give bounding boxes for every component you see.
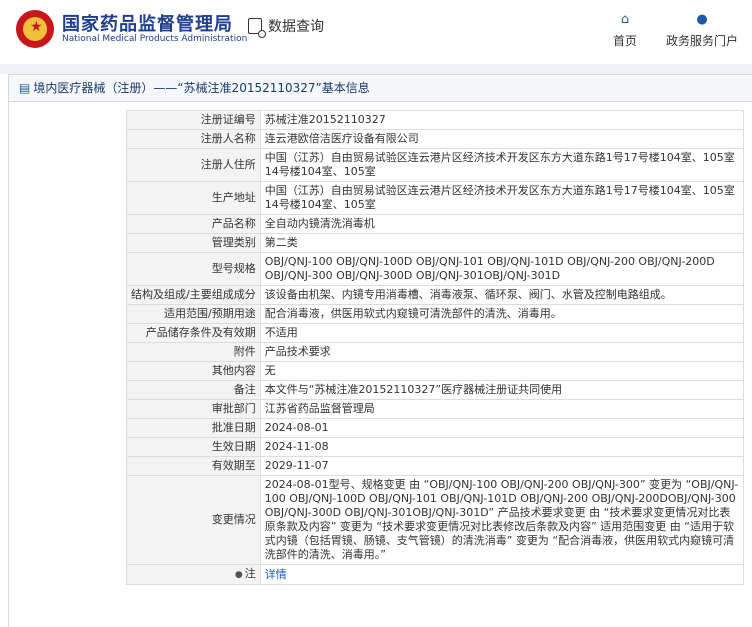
field-value: 无 bbox=[259, 361, 745, 381]
breadcrumb: ▤ 境内医疗器械（注册）——“苏械注准20152110327”基本信息 bbox=[9, 75, 752, 102]
field-label: 批准日期 bbox=[126, 418, 261, 438]
field-value: 江苏省药品监督管理局 bbox=[259, 399, 745, 419]
table-row: 生效日期 2024-11-08 bbox=[126, 437, 745, 457]
nav-home[interactable]: ⌂ 首页 bbox=[610, 12, 640, 49]
note-value: 详情 bbox=[259, 564, 745, 585]
site-header: ★ 国家药品监督管理局 National Medical Products Ad… bbox=[0, 0, 752, 64]
field-label: 备注 bbox=[126, 380, 261, 400]
field-value: 全自动内镜清洗消毒机 bbox=[259, 214, 745, 234]
site-title-en: National Medical Products Administration bbox=[62, 34, 248, 44]
field-value: 苏械注准20152110327 bbox=[259, 110, 745, 130]
table-row: 结构及组成/主要组成成分 该设备由机架、内镜专用消毒槽、消毒液泵、循环泵、阀门、水… bbox=[126, 285, 745, 305]
field-label: 附件 bbox=[126, 342, 261, 362]
header-divider bbox=[0, 64, 752, 74]
user-icon: ● bbox=[696, 12, 708, 27]
home-icon: ⌂ bbox=[620, 12, 630, 27]
info-table: 注册证编号 苏械注准20152110327 注册人名称 连云港欧倍洁医疗设备有限公司注… bbox=[126, 110, 745, 585]
table-row: 审批部门 江苏省药品监督管理局 bbox=[126, 399, 745, 419]
table-row: 产品储存条件及有效期 不适用 bbox=[126, 323, 745, 343]
details-link[interactable]: 详情 bbox=[265, 568, 287, 581]
field-value: 配合消毒液，供医用软式内窥镜可清洗部件的清洗、消毒用。 bbox=[259, 304, 745, 324]
note-label-text: 注 bbox=[244, 567, 256, 580]
field-label: 注册人名称 bbox=[126, 129, 261, 149]
table-row: 变更情况 2024-08-01型号、规格变更 由 “OBJ/QNJ-100 OBJ… bbox=[126, 475, 745, 565]
document-icon: ▤ bbox=[19, 81, 31, 95]
field-value: 产品技术要求 bbox=[259, 342, 745, 362]
field-value: 中国（江苏）自由贸易试验区连云港片区经济技术开发区东方大道东路1号17号楼104… bbox=[259, 148, 745, 182]
site-title-cn: 国家药品监督管理局 bbox=[62, 14, 233, 35]
field-value: 本文件与“苏械注准20152110327”医疗器械注册证共同使用 bbox=[259, 380, 745, 400]
field-label: 适用范围/预期用途 bbox=[126, 304, 261, 324]
field-value: 第二类 bbox=[259, 233, 745, 253]
table-row: 管理类别 第二类 bbox=[126, 233, 745, 253]
table-row: 注册人住所 中国（江苏）自由贸易试验区连云港片区经济技术开发区东方大道东路1号17… bbox=[126, 148, 745, 182]
field-value: 2024-11-08 bbox=[259, 437, 745, 457]
field-label: 结构及组成/主要组成成分 bbox=[126, 285, 261, 305]
national-emblem-logo: ★ bbox=[16, 10, 54, 48]
breadcrumb-text: 境内医疗器械（注册）——“苏械注准20152110327”基本信息 bbox=[33, 81, 370, 95]
field-value: 不适用 bbox=[259, 323, 745, 343]
field-label: 产品储存条件及有效期 bbox=[126, 323, 261, 343]
table-row: 注册证编号 苏械注准20152110327 bbox=[126, 110, 745, 130]
field-label: 注册证编号 bbox=[126, 110, 261, 130]
field-label: 变更情况 bbox=[126, 475, 261, 565]
table-row: 备注 本文件与“苏械注准20152110327”医疗器械注册证共同使用 bbox=[126, 380, 745, 400]
table-row: 产品名称 全自动内镜清洗消毒机 bbox=[126, 214, 745, 234]
table-row: 型号规格 OBJ/QNJ-100 OBJ/QNJ-100D OBJ/QNJ-101… bbox=[126, 252, 745, 286]
field-value: OBJ/QNJ-100 OBJ/QNJ-100D OBJ/QNJ-101 OBJ… bbox=[259, 252, 745, 286]
field-label: 生效日期 bbox=[126, 437, 261, 457]
field-value: 连云港欧倍洁医疗设备有限公司 bbox=[259, 129, 745, 149]
field-value: 2024-08-01型号、规格变更 由 “OBJ/QNJ-100 OBJ/QNJ… bbox=[259, 475, 745, 565]
field-label: 注册人住所 bbox=[126, 148, 261, 182]
field-label: 型号规格 bbox=[126, 252, 261, 286]
table-row: 其他内容无 bbox=[126, 361, 745, 381]
table-row: 批准日期 2024-08-01 bbox=[126, 418, 745, 438]
table-row: 有效期至 2029-11-07 bbox=[126, 456, 745, 476]
field-value: 2029-11-07 bbox=[259, 456, 745, 476]
nav-service-label: 政务服务门户 bbox=[665, 34, 738, 48]
table-row: 适用范围/预期用途 配合消毒液，供医用软式内窥镜可清洗部件的清洗、消毒用。 bbox=[126, 304, 745, 324]
field-label: 生产地址 bbox=[126, 181, 261, 215]
field-label: 管理类别 bbox=[126, 233, 261, 253]
nav-home-label: 首页 bbox=[612, 34, 637, 48]
field-label: 其他内容 bbox=[126, 361, 261, 381]
table-row: 附件 产品技术要求 bbox=[126, 342, 745, 362]
search-icon[interactable] bbox=[248, 18, 266, 38]
table-row: 生产地址 中国（江苏）自由贸易试验区连云港片区经济技术开发区东方大道东路1号17号… bbox=[126, 181, 745, 215]
field-value: 该设备由机架、内镜专用消毒槽、消毒液泵、循环泵、阀门、水管及控制电路组成。 bbox=[259, 285, 745, 305]
table-row-note: ● 注详情 bbox=[126, 564, 745, 585]
data-query-link[interactable]: 数据查询 bbox=[268, 16, 324, 36]
table-row: 注册人名称 连云港欧倍洁医疗设备有限公司 bbox=[126, 129, 745, 149]
nav-service-portal[interactable]: ● 政务服务门户 bbox=[664, 12, 740, 49]
field-value: 2024-08-01 bbox=[259, 418, 745, 438]
field-label: 产品名称 bbox=[126, 214, 261, 234]
field-label: 有效期至 bbox=[126, 456, 261, 476]
field-value: 中国（江苏）自由贸易试验区连云港片区经济技术开发区东方大道东路1号17号楼104… bbox=[259, 181, 745, 215]
pin-icon: ● bbox=[234, 570, 243, 580]
field-label: 审批部门 bbox=[126, 399, 261, 419]
note-label: ● 注 bbox=[126, 564, 261, 585]
